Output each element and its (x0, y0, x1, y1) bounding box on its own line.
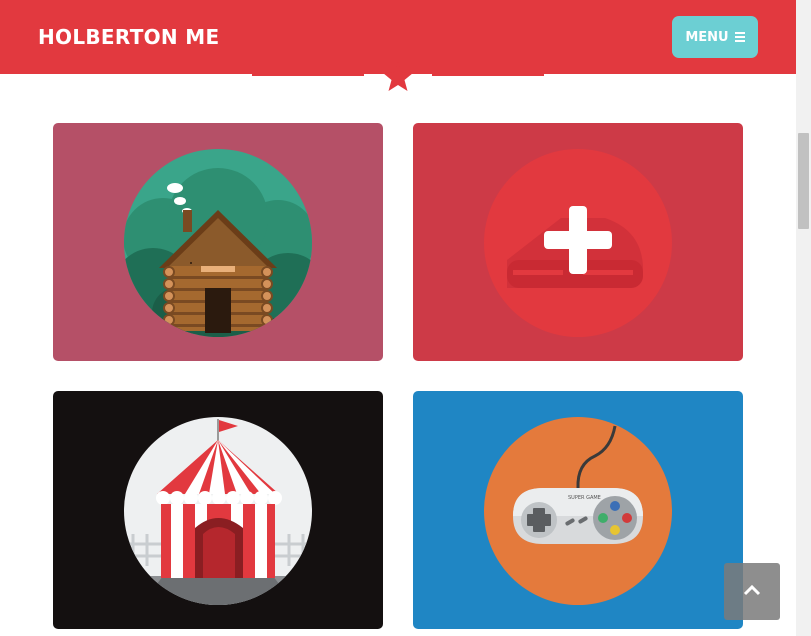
star-icon (383, 62, 413, 91)
chevron-up-icon (743, 584, 761, 596)
hamburger-icon (734, 32, 745, 42)
portfolio-item-cabin[interactable] (53, 123, 383, 361)
portfolio-item-gaming[interactable]: SUPER GAME (413, 391, 743, 629)
menu-button[interactable]: MENU (672, 16, 758, 58)
scrollbar-track[interactable] (796, 0, 811, 636)
scrollbar-thumb[interactable] (798, 133, 809, 229)
medical-plus-icon (484, 149, 672, 337)
brand-logo[interactable]: HOLBERTON ME (38, 25, 219, 49)
circus-tent-icon (124, 417, 312, 605)
back-to-top-button[interactable] (724, 563, 780, 620)
log-cabin-icon (124, 149, 312, 337)
controller-label: SUPER GAME (568, 495, 601, 501)
portfolio-item-medical[interactable] (413, 123, 743, 361)
menu-button-label: MENU (685, 29, 729, 45)
divider-line-right (432, 74, 544, 76)
portfolio-item-circus[interactable] (53, 391, 383, 629)
game-controller-icon: SUPER GAME (484, 417, 672, 605)
divider-line-left (252, 74, 364, 76)
